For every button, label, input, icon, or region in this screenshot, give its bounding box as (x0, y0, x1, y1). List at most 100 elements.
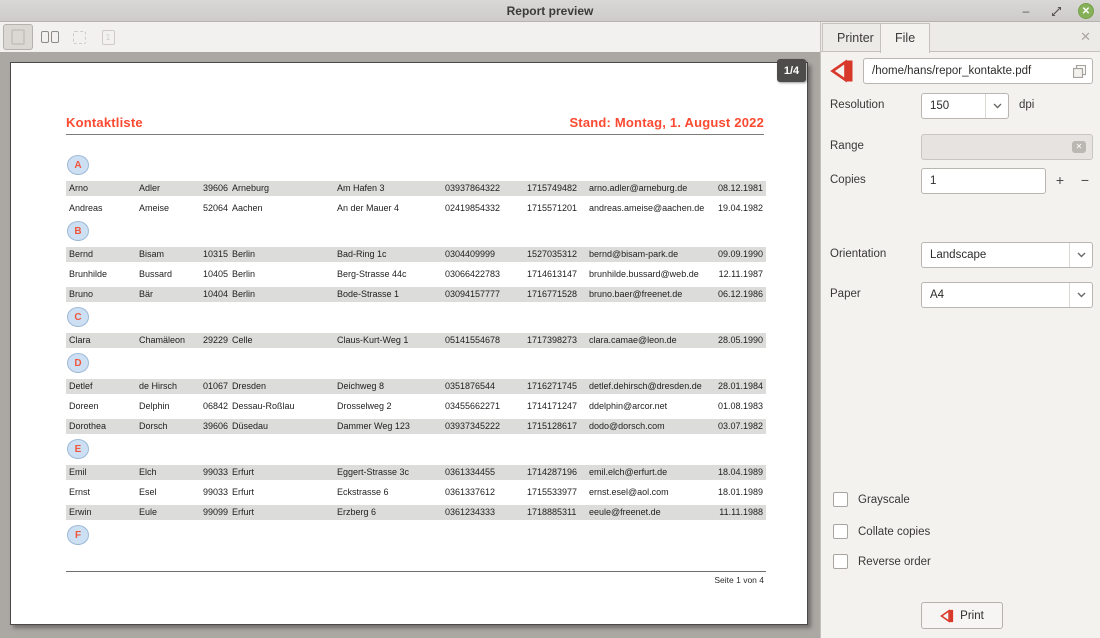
pdf-file-icon (829, 58, 855, 84)
resolution-dropdown[interactable]: 150 (921, 93, 1009, 119)
report-date-line: Stand: Montag, 1. August 2022 (569, 115, 764, 130)
cell-first-name: Erwin (69, 505, 139, 520)
multi-page-view-button[interactable] (64, 24, 94, 50)
copies-decrement-button[interactable]: − (1076, 172, 1094, 190)
section-letter: C (74, 312, 81, 323)
cell-birthdate: 28.05.1990 (709, 333, 763, 348)
cell-first-name: Detlef (69, 379, 139, 394)
sidebar-close-icon[interactable]: ✕ (1080, 29, 1091, 45)
report-section: C Clara Chamäleon 29229 Celle Claus-Kurt… (66, 307, 766, 348)
reverse-order-option[interactable]: Reverse order (833, 554, 931, 569)
page-number-button[interactable]: 1 (93, 24, 123, 50)
tab-file[interactable]: File (880, 23, 930, 53)
section-letter: E (75, 444, 82, 455)
cell-phone: 03094157777 (445, 287, 527, 302)
cell-city: Arneburg (232, 181, 337, 196)
copies-label: Copies (830, 174, 866, 186)
cell-city: Celle (232, 333, 337, 348)
print-icon (940, 609, 954, 623)
cell-zip: 01067 (199, 379, 232, 394)
single-page-view-button[interactable] (3, 24, 33, 50)
cell-zip: 06842 (199, 399, 232, 414)
cell-mobile: 1715749482 (527, 181, 589, 196)
cell-phone: 0361334455 (445, 465, 527, 480)
cell-last-name: Adler (139, 181, 199, 196)
cell-street: Drosselweg 2 (337, 399, 445, 414)
cell-zip: 10404 (199, 287, 232, 302)
cell-street: Erzberg 6 (337, 505, 445, 520)
copies-increment-button[interactable]: + (1051, 172, 1069, 190)
paper-dropdown[interactable]: A4 (921, 282, 1093, 308)
cell-mobile: 1715571201 (527, 201, 589, 216)
restore-button[interactable] (1048, 3, 1064, 19)
collate-copies-option[interactable]: Collate copies (833, 524, 930, 539)
restore-icon (1051, 6, 1062, 17)
cell-email: brunhilde.bussard@web.de (589, 267, 709, 282)
cell-email: andreas.ameise@aachen.de (589, 201, 709, 216)
cell-phone: 03937345222 (445, 419, 527, 434)
cell-mobile: 1714287196 (527, 465, 589, 480)
resolution-value: 150 (930, 100, 949, 112)
clear-range-icon[interactable]: ✕ (1072, 141, 1086, 153)
facing-pages-view-button[interactable] (35, 24, 65, 50)
cell-city: Erfurt (232, 505, 337, 520)
copy-path-icon[interactable] (1073, 65, 1086, 83)
output-path-field[interactable] (863, 58, 1093, 84)
cell-birthdate: 01.08.1983 (709, 399, 763, 414)
grayscale-option[interactable]: Grayscale (833, 492, 910, 507)
report-page-footer: Seite 1 von 4 (714, 575, 764, 585)
collate-copies-checkbox[interactable] (833, 524, 848, 539)
chevron-down-icon (1069, 283, 1092, 307)
cell-birthdate: 18.01.1989 (709, 485, 763, 500)
reverse-order-checkbox[interactable] (833, 554, 848, 569)
cell-mobile: 1527035312 (527, 247, 589, 262)
tab-printer[interactable]: Printer (822, 23, 889, 52)
cell-birthdate: 03.07.1982 (709, 419, 763, 434)
cell-mobile: 1714171247 (527, 399, 589, 414)
grayscale-checkbox[interactable] (833, 492, 848, 507)
report-section: A Arno Adler 39606 Arneburg Am Hafen 3 0… (66, 155, 766, 216)
cell-first-name: Brunhilde (69, 267, 139, 282)
cell-city: Berlin (232, 247, 337, 262)
multi-page-icon (73, 31, 86, 44)
cell-birthdate: 19.04.1982 (709, 201, 763, 216)
cell-phone: 03066422783 (445, 267, 527, 282)
cell-street: Am Hafen 3 (337, 181, 445, 196)
cell-first-name: Ernst (69, 485, 139, 500)
cell-last-name: Elch (139, 465, 199, 480)
cell-email: emil.elch@erfurt.de (589, 465, 709, 480)
page-number-icon: 1 (102, 30, 115, 45)
orientation-dropdown[interactable]: Landscape (921, 242, 1093, 268)
orientation-label: Orientation (830, 248, 886, 260)
cell-mobile: 1718885311 (527, 505, 589, 520)
range-field[interactable] (921, 134, 1093, 160)
cell-phone: 0361234333 (445, 505, 527, 520)
cell-last-name: Bussard (139, 267, 199, 282)
table-row: Ernst Esel 99033 Erfurt Eckstrasse 6 036… (66, 485, 766, 500)
window-controls: – ✕ (1018, 0, 1094, 22)
minimize-button[interactable]: – (1018, 3, 1034, 19)
cell-last-name: Dorsch (139, 419, 199, 434)
cell-first-name: Clara (69, 333, 139, 348)
report-section: D Detlef de Hirsch 01067 Dresden Deichwe… (66, 353, 766, 434)
table-row: Andreas Ameise 52064 Aachen An der Mauer… (66, 201, 766, 216)
print-button[interactable]: Print (921, 602, 1003, 629)
table-row: Brunhilde Bussard 10405 Berlin Berg-Stra… (66, 267, 766, 282)
cell-street: An der Mauer 4 (337, 201, 445, 216)
cell-zip: 99099 (199, 505, 232, 520)
cell-last-name: de Hirsch (139, 379, 199, 394)
cell-last-name: Ameise (139, 201, 199, 216)
close-button[interactable]: ✕ (1078, 3, 1094, 19)
cell-email: bruno.baer@freenet.de (589, 287, 709, 302)
cell-last-name: Eule (139, 505, 199, 520)
cell-email: ddelphin@arcor.net (589, 399, 709, 414)
cell-zip: 10315 (199, 247, 232, 262)
cell-phone: 02419854332 (445, 201, 527, 216)
cell-phone: 05141554678 (445, 333, 527, 348)
cell-zip: 29229 (199, 333, 232, 348)
copies-field[interactable] (921, 168, 1046, 194)
cell-street: Bad-Ring 1c (337, 247, 445, 262)
page-preview-area[interactable]: Kontaktliste Stand: Montag, 1. August 20… (0, 52, 820, 638)
cell-zip: 99033 (199, 485, 232, 500)
cell-first-name: Doreen (69, 399, 139, 414)
